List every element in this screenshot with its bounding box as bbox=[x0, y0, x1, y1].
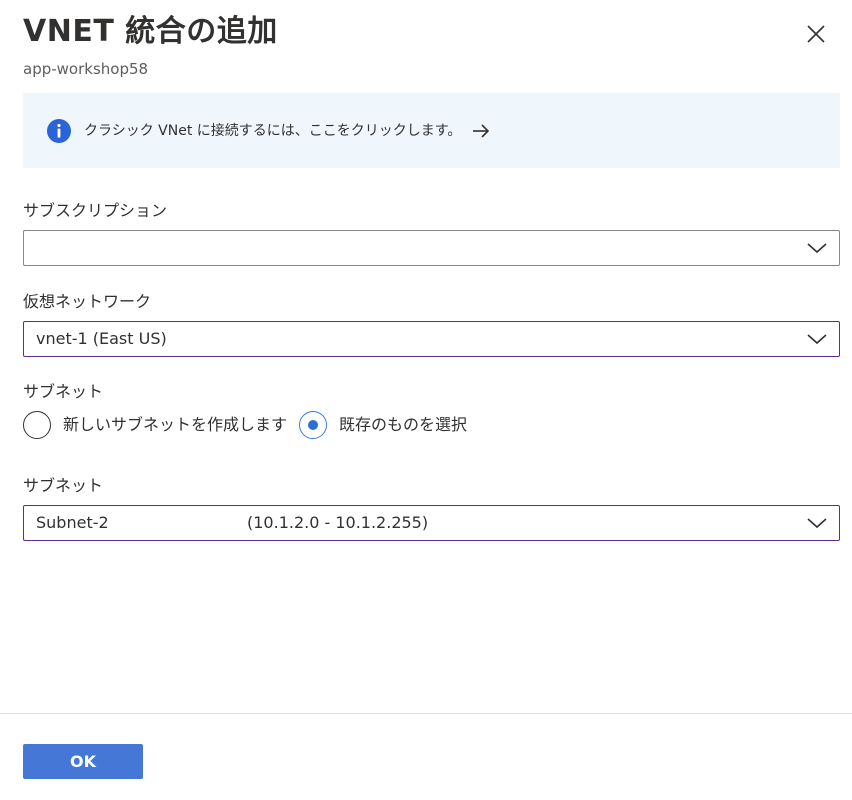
add-vnet-integration-panel: VNET 統合の追加 app-workshop58 クラシック VNet に接続… bbox=[0, 0, 852, 800]
subscription-dropdown[interactable] bbox=[23, 230, 840, 266]
arrow-right-icon[interactable] bbox=[471, 121, 491, 141]
chevron-down-icon bbox=[807, 514, 827, 532]
virtual-network-label: 仮想ネットワーク bbox=[23, 292, 152, 311]
footer-divider bbox=[0, 713, 852, 714]
radio-select-existing[interactable]: 既存のものを選択 bbox=[299, 410, 499, 440]
subscription-label: サブスクリプション bbox=[23, 201, 168, 220]
subnet-label: サブネット bbox=[23, 476, 104, 495]
radio-unchecked-icon bbox=[23, 411, 51, 439]
virtual-network-dropdown[interactable]: vnet-1 (East US) bbox=[23, 321, 840, 357]
chevron-down-icon bbox=[807, 330, 827, 348]
radio-create-new-subnet[interactable]: 新しいサブネットを作成します bbox=[23, 410, 288, 440]
subnet-name: Subnet-2 bbox=[36, 513, 109, 532]
ok-button[interactable]: OK bbox=[23, 744, 143, 779]
virtual-network-value: vnet-1 (East US) bbox=[36, 329, 167, 348]
chevron-down-icon bbox=[807, 239, 827, 257]
page-subtitle: app-workshop58 bbox=[23, 60, 149, 78]
classic-vnet-link[interactable]: クラシック VNet に接続するには、ここをクリックします。 bbox=[84, 119, 461, 143]
info-banner: クラシック VNet に接続するには、ここをクリックします。 bbox=[23, 93, 840, 168]
page-title: VNET 統合の追加 bbox=[23, 14, 278, 49]
radio-label-select-existing: 既存のものを選択 bbox=[339, 415, 468, 434]
subnet-range: (10.1.2.0 - 10.1.2.255) bbox=[247, 513, 429, 532]
radio-checked-icon bbox=[299, 411, 327, 439]
radio-label-create-new: 新しいサブネットを作成します bbox=[63, 415, 288, 434]
info-icon bbox=[47, 119, 71, 143]
subnet-dropdown[interactable]: Subnet-2 (10.1.2.0 - 10.1.2.255) bbox=[23, 505, 840, 541]
close-icon[interactable] bbox=[802, 20, 830, 48]
subnet-mode-label: サブネット bbox=[23, 382, 104, 401]
